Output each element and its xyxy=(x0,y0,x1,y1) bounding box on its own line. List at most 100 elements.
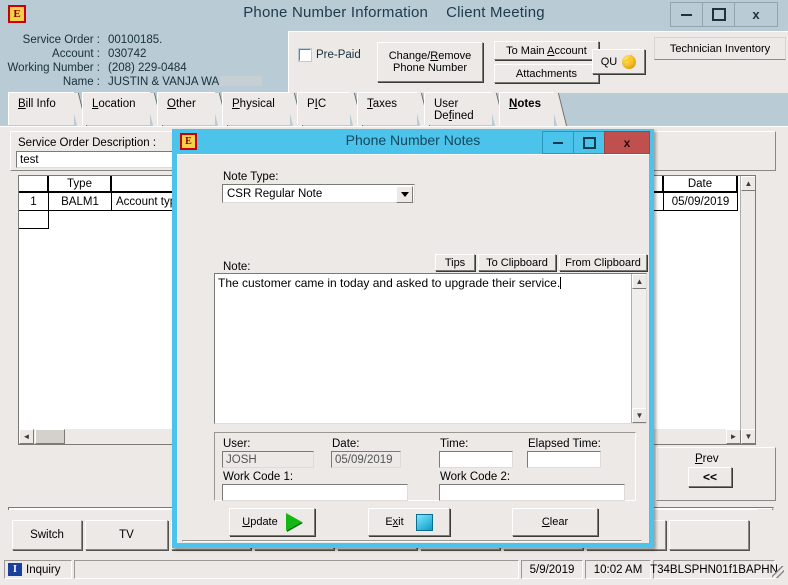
tab-bill-info-label: Bill Info xyxy=(18,98,56,110)
service-order-value: 00100185. xyxy=(108,34,163,46)
scroll-up-icon[interactable]: ▲ xyxy=(741,176,755,191)
blue-square-icon xyxy=(415,513,433,531)
grid-col-rownum xyxy=(19,176,49,193)
status-message-segment xyxy=(74,560,519,579)
account-value: 030742 xyxy=(108,48,147,60)
account-label: Account : xyxy=(52,48,100,60)
grid-cell-date: 05/09/2019 xyxy=(664,193,738,211)
update-button[interactable]: Update xyxy=(229,508,315,536)
note-type-value: CSR Regular Note xyxy=(227,188,323,200)
tv-button-label: TV xyxy=(119,529,134,541)
dialog-maximize-button[interactable] xyxy=(573,131,605,154)
service-order-label: Service Order : xyxy=(22,34,100,46)
working-number-value: (208) 229-0484 xyxy=(108,62,187,74)
phone-number-notes-dialog: E Phone Number Notes x Note Type: CSR Re… xyxy=(172,129,654,548)
grid-vertical-scrollbar[interactable]: ▲ ▼ xyxy=(740,176,755,444)
change-remove-phone-number-button[interactable]: Change/Remove Phone Number xyxy=(377,42,483,82)
technician-inventory-button[interactable]: Technician Inventory xyxy=(654,37,786,60)
tab-pic[interactable]: PIC xyxy=(297,92,364,126)
scroll-left-icon[interactable]: ◄ xyxy=(19,429,34,444)
tv-button[interactable]: TV xyxy=(85,520,168,550)
name-label: Name : xyxy=(62,76,100,88)
dialog-minimize-button[interactable] xyxy=(542,131,574,154)
scroll-down-icon[interactable]: ▼ xyxy=(741,429,755,444)
tab-taxes[interactable]: Taxes xyxy=(357,92,431,126)
switch-button[interactable]: Switch xyxy=(12,520,82,550)
main-window-titlebar: E Phone Number Information Client Meeting… xyxy=(0,0,788,31)
time-field[interactable] xyxy=(439,451,513,468)
tab-user-defined[interactable]: User Defined xyxy=(424,92,506,126)
qu-button[interactable]: QU ⚡ xyxy=(592,49,645,74)
prev-button[interactable]: << xyxy=(688,467,732,487)
tips-button[interactable]: Tips xyxy=(435,254,475,271)
header-toolbar: Pre-Paid Change/Remove Phone Number To M… xyxy=(288,31,788,93)
main-statusbar: I Inquiry 5/9/2019 10:02 AM T34BLSPHN01f… xyxy=(0,556,788,585)
green-play-arrow-icon xyxy=(285,513,302,531)
application-root: E Phone Number Information Client Meeting… xyxy=(0,0,788,585)
maximize-icon xyxy=(711,8,726,21)
note-type-select[interactable]: CSR Regular Note xyxy=(222,184,415,203)
exit-button[interactable]: Exit xyxy=(368,508,450,536)
to-clipboard-button[interactable]: To Clipboard xyxy=(478,254,556,271)
service-order-description-label: Service Order Description : xyxy=(18,137,157,149)
tab-physical[interactable]: Physical xyxy=(222,92,304,126)
to-main-account-label: To Main Account xyxy=(506,44,587,57)
from-clipboard-label: From Clipboard xyxy=(565,256,641,269)
tab-physical-label: Physical xyxy=(232,98,275,110)
maximize-button[interactable] xyxy=(703,3,735,26)
prepaid-checkbox[interactable] xyxy=(298,48,312,62)
scroll-up-icon[interactable]: ▲ xyxy=(632,274,646,289)
redacted-block xyxy=(220,76,263,86)
dialog-titlebar: E Phone Number Notes x xyxy=(172,129,654,154)
note-textarea[interactable]: The customer came in today and asked to … xyxy=(214,273,647,424)
user-field: JOSH xyxy=(222,451,314,468)
to-main-account-button[interactable]: To Main Account xyxy=(494,41,599,60)
date-label: Date: xyxy=(332,438,360,450)
chevron-down-icon xyxy=(400,192,409,197)
tab-taxes-label: Taxes xyxy=(367,98,398,110)
elapsed-time-field[interactable] xyxy=(527,451,601,468)
main-window-controls: x xyxy=(670,2,778,27)
dialog-body: Note Type: CSR Regular Note Note: Tips T… xyxy=(177,154,649,543)
switch-button-label: Switch xyxy=(30,529,64,541)
tab-location[interactable]: Location xyxy=(82,92,164,126)
work-code-1-label: Work Code 1: xyxy=(223,471,294,483)
work-code-2-field[interactable] xyxy=(439,484,625,501)
change-remove-line1: Change/Remove xyxy=(388,50,472,62)
tab-notes[interactable]: Notes xyxy=(499,92,568,126)
scroll-down-icon[interactable]: ▼ xyxy=(632,408,646,423)
tab-user-defined-label: User Defined xyxy=(434,98,474,122)
name-value: JUSTIN & VANJA WA xyxy=(108,76,263,88)
tab-other[interactable]: Other xyxy=(157,92,229,126)
close-button[interactable]: x xyxy=(735,3,777,26)
work-code-2-label: Work Code 2: xyxy=(440,471,511,483)
tab-bill-info[interactable]: Bill Info xyxy=(8,92,88,126)
dialog-close-button[interactable]: x xyxy=(604,131,650,154)
scroll-right-icon[interactable]: ► xyxy=(726,429,741,444)
resize-grip[interactable] xyxy=(772,566,784,578)
grid-col-type: Type xyxy=(49,176,112,193)
note-vertical-scrollbar[interactable]: ▲ ▼ xyxy=(631,274,646,423)
status-time: 10:02 AM xyxy=(585,560,651,579)
bottom-button-9[interactable] xyxy=(669,520,749,550)
attachments-button[interactable]: Attachments xyxy=(494,64,599,83)
inquiry-icon: I xyxy=(8,563,22,576)
note-type-dropdown-arrow[interactable] xyxy=(396,186,413,203)
prepaid-label: Pre-Paid xyxy=(316,49,361,61)
minimize-button[interactable] xyxy=(671,3,703,26)
work-code-1-field[interactable] xyxy=(222,484,408,501)
from-clipboard-button[interactable]: From Clipboard xyxy=(559,254,647,271)
clear-button[interactable]: Clear xyxy=(512,508,598,536)
clear-label: Clear xyxy=(541,516,569,528)
minimize-icon xyxy=(553,141,563,144)
grid-hscroll-thumb[interactable] xyxy=(35,429,65,444)
note-text-content: The customer came in today and asked to … xyxy=(218,276,562,290)
tab-pic-label: PIC xyxy=(307,98,327,110)
prepaid-checkbox-group[interactable]: Pre-Paid xyxy=(298,48,361,62)
inquiry-status[interactable]: I Inquiry xyxy=(4,560,72,579)
time-label: Time: xyxy=(440,438,469,450)
dialog-window-controls: x xyxy=(542,131,650,154)
main-window-title-text: Phone Number Information xyxy=(243,4,429,21)
grid-cell-rownum: 1 xyxy=(19,193,49,211)
tab-location-label: Location xyxy=(92,98,136,110)
